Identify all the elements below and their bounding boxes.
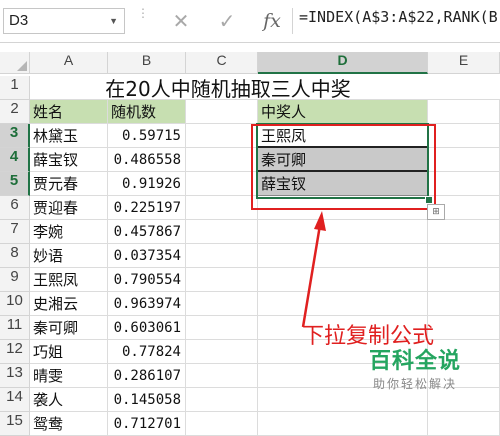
insert-function-icon[interactable]: fx — [258, 8, 286, 34]
name-cell[interactable]: 鸳鸯 — [30, 412, 108, 436]
random-number-cell[interactable]: 0.145058 — [108, 388, 186, 412]
row-header-3[interactable]: 3 — [0, 124, 30, 148]
empty-cell[interactable] — [186, 124, 258, 148]
random-number-cell[interactable]: 0.790554 — [108, 268, 186, 292]
empty-cell[interactable] — [428, 172, 500, 196]
random-number-cell[interactable]: 0.603061 — [108, 316, 186, 340]
empty-cell[interactable] — [258, 220, 428, 244]
random-number-cell[interactable]: 0.712701 — [108, 412, 186, 436]
empty-cell[interactable] — [258, 412, 428, 436]
row-header-9[interactable]: 9 — [0, 268, 30, 292]
empty-cell[interactable] — [186, 268, 258, 292]
watermark-title: 百科全说 — [368, 349, 461, 374]
name-cell[interactable]: 薛宝钗 — [30, 148, 108, 172]
formula-bar: D3 ▼ ⋮ ✕ ✓ fx =INDEX(A$3:A$22,RANK(B — [0, 0, 500, 43]
row-header-4[interactable]: 4 — [0, 148, 30, 172]
row-header-14[interactable]: 14 — [0, 388, 30, 412]
random-number-cell[interactable]: 0.286107 — [108, 364, 186, 388]
empty-cell[interactable] — [186, 196, 258, 220]
empty-cell[interactable] — [428, 148, 500, 172]
name-cell[interactable]: 晴雯 — [30, 364, 108, 388]
name-cell[interactable]: 贾元春 — [30, 172, 108, 196]
random-number-cell[interactable]: 0.59715 — [108, 124, 186, 148]
row-header-5[interactable]: 5 — [0, 172, 30, 196]
annotation-text: 下拉复制公式 — [302, 324, 435, 349]
header-random-cell[interactable]: 随机数 — [108, 100, 186, 124]
formula-input[interactable]: =INDEX(A$3:A$22,RANK(B — [292, 8, 500, 34]
watermark-logo: 百科全说 助你轻松解决 — [340, 349, 490, 399]
select-all-button[interactable] — [0, 52, 30, 74]
name-box-value: D3 — [9, 12, 29, 29]
drag-handle-icon[interactable]: ⋮ — [137, 7, 149, 32]
empty-cell[interactable] — [428, 244, 500, 268]
empty-cell[interactable] — [258, 244, 428, 268]
empty-cell[interactable] — [428, 100, 500, 124]
row-header-6[interactable]: 6 — [0, 196, 30, 220]
random-number-cell[interactable]: 0.963974 — [108, 292, 186, 316]
empty-cell[interactable] — [186, 100, 258, 124]
row-header-15[interactable]: 15 — [0, 412, 30, 436]
empty-cell[interactable] — [186, 244, 258, 268]
name-cell[interactable]: 史湘云 — [30, 292, 108, 316]
random-number-cell[interactable]: 0.037354 — [108, 244, 186, 268]
name-cell[interactable]: 秦可卿 — [30, 316, 108, 340]
row-header-10[interactable]: 10 — [0, 292, 30, 316]
row-header-2[interactable]: 2 — [0, 100, 30, 124]
random-number-cell[interactable]: 0.91926 — [108, 172, 186, 196]
random-number-cell[interactable]: 0.486558 — [108, 148, 186, 172]
column-header-c[interactable]: C — [186, 52, 258, 74]
name-cell[interactable]: 王熙凤 — [30, 268, 108, 292]
sheet-title: 在20人中随机抽取三人中奖 — [105, 77, 351, 101]
empty-cell[interactable] — [186, 148, 258, 172]
column-header-b[interactable]: B — [108, 52, 186, 74]
empty-cell[interactable] — [186, 172, 258, 196]
name-cell[interactable]: 袭人 — [30, 388, 108, 412]
empty-cell[interactable] — [186, 292, 258, 316]
empty-cell[interactable] — [428, 412, 500, 436]
row-header-12[interactable]: 12 — [0, 340, 30, 364]
empty-cell[interactable] — [186, 340, 258, 364]
row-header-1[interactable]: 1 — [0, 76, 30, 100]
random-number-cell[interactable]: 0.225197 — [108, 196, 186, 220]
random-number-cell[interactable]: 0.457867 — [108, 220, 186, 244]
empty-cell[interactable] — [258, 268, 428, 292]
enter-icon[interactable]: ✓ — [214, 8, 240, 34]
header-name-cell[interactable]: 姓名 — [30, 100, 108, 124]
name-cell[interactable]: 妙语 — [30, 244, 108, 268]
empty-cell[interactable] — [428, 268, 500, 292]
chevron-down-icon[interactable]: ▼ — [109, 9, 118, 33]
highlight-box — [251, 124, 436, 210]
empty-cell[interactable] — [186, 388, 258, 412]
name-cell[interactable]: 贾迎春 — [30, 196, 108, 220]
cancel-icon[interactable]: ✕ — [168, 8, 194, 34]
header-winner-cell[interactable]: 中奖人 — [258, 100, 428, 124]
empty-cell[interactable] — [258, 292, 428, 316]
empty-cell[interactable] — [186, 316, 258, 340]
name-box[interactable]: D3 ▼ — [3, 8, 125, 34]
name-cell[interactable]: 巧姐 — [30, 340, 108, 364]
arrow-annotation — [301, 211, 326, 328]
name-cell[interactable]: 李婉 — [30, 220, 108, 244]
column-header-d[interactable]: D — [258, 52, 428, 74]
column-header-e[interactable]: E — [428, 52, 500, 74]
watermark-subtitle: 助你轻松解决 — [372, 377, 457, 391]
row-header-13[interactable]: 13 — [0, 364, 30, 388]
column-header-a[interactable]: A — [30, 52, 108, 74]
name-cell[interactable]: 林黛玉 — [30, 124, 108, 148]
autofill-options-icon[interactable]: ⊞ — [427, 204, 445, 220]
empty-cell[interactable] — [428, 292, 500, 316]
empty-cell[interactable] — [186, 364, 258, 388]
empty-cell[interactable] — [428, 220, 500, 244]
empty-cell[interactable] — [428, 316, 500, 340]
empty-cell[interactable] — [428, 124, 500, 148]
row-header-7[interactable]: 7 — [0, 220, 30, 244]
row-header-11[interactable]: 11 — [0, 316, 30, 340]
empty-cell[interactable] — [186, 412, 258, 436]
empty-cell[interactable] — [186, 220, 258, 244]
random-number-cell[interactable]: 0.77824 — [108, 340, 186, 364]
row-header-8[interactable]: 8 — [0, 244, 30, 268]
